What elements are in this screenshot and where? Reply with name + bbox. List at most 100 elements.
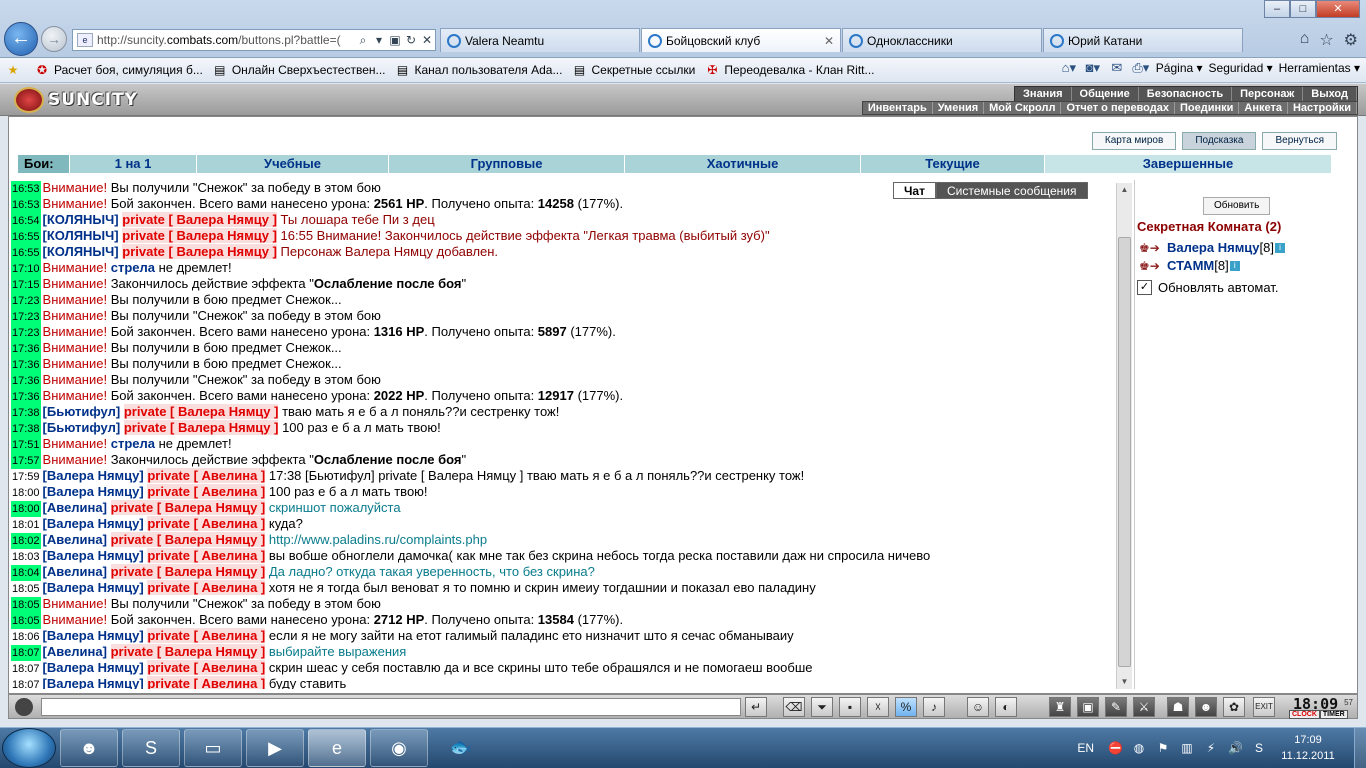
chat-nick[interactable]: [Валера Нямцу] [43,468,144,483]
volume-icon[interactable]: 🔊 [1228,741,1243,755]
chat-timestamp[interactable]: 18:07 [11,661,41,677]
favorites-star-icon[interactable]: ☆ [1319,30,1333,50]
chat-private-tag[interactable]: private [ Авелина ] [147,580,266,595]
chat-timestamp[interactable]: 18:00 [11,485,41,501]
chat-private-tag[interactable]: private [ Валера Нямцу ] [122,228,277,243]
chat-nick[interactable]: [Валера Нямцу] [43,660,144,675]
dropdown-icon[interactable]: ▾ [371,33,387,47]
chat-nick[interactable]: [Авелина] [43,564,107,579]
home-icon[interactable]: ⌂▾ [1060,60,1078,76]
chat-timestamp[interactable]: 17:51 [11,437,41,453]
tools-menu[interactable]: Herramientas ▾ [1279,61,1360,75]
chat-timestamp[interactable]: 17:36 [11,357,41,373]
chat-timestamp[interactable]: 18:06 [11,629,41,645]
settings-gear-icon[interactable]: ⚙ [1344,30,1358,50]
chat-timestamp[interactable]: 18:04 [11,565,41,581]
chat-timestamp[interactable]: 18:05 [11,581,41,597]
paw-icon[interactable]: ✿ [1223,697,1245,717]
world-map-button[interactable]: Карта миров [1091,132,1177,150]
scroll-icon[interactable]: ✎ [1105,697,1127,717]
rss-icon[interactable]: ◙▾ [1084,60,1102,76]
tab-combats[interactable]: Бойцовский клуб ✕ [641,28,841,52]
chat-nick[interactable]: стрела [111,260,155,275]
minimize-button[interactable]: – [1264,0,1290,18]
mail-icon[interactable]: ✉ [1108,60,1126,76]
chat-private-tag[interactable]: private [ Валера Нямцу ] [110,644,266,659]
mask-icon[interactable]: ☗ [1167,697,1189,717]
chat-timestamp[interactable]: 18:01 [11,517,41,533]
menu-inventory[interactable]: Инвентарь [863,102,933,114]
chat-private-tag[interactable]: private [ Валера Нямцу ] [123,420,279,435]
people-icon[interactable]: ☻ [1195,697,1217,717]
filter-icon[interactable]: ⏷ [811,697,833,717]
translit-icon[interactable]: % [895,697,917,717]
compat-view-icon[interactable]: ▣ [387,33,403,47]
stop-icon[interactable]: ⛔ [1108,741,1123,755]
chat-nick[interactable]: [Бьютифул] [43,404,121,419]
tab-current[interactable]: Текущие [861,155,1045,173]
chat-timestamp[interactable]: 17:10 [11,261,41,277]
bag-icon[interactable]: ▣ [1077,697,1099,717]
tab-training[interactable]: Учебные [197,155,389,173]
action-center-icon[interactable]: ⚑ [1156,741,1170,755]
room-user[interactable]: ♚➔ СТАММ [8] i [1139,258,1240,273]
clock-label[interactable]: CLOCK [1289,710,1320,719]
save-icon[interactable]: ▪ [839,697,861,717]
favorites-star-icon[interactable]: ★ [6,63,25,77]
home-icon[interactable]: ⌂ [1300,30,1310,50]
taskbar-app-skype[interactable]: S [122,729,180,767]
chat-timestamp[interactable]: 16:55 [11,245,41,261]
close-tab-icon[interactable]: ✕ [818,34,834,48]
refresh-icon[interactable]: ↻ [403,33,419,47]
chat-timestamp[interactable]: 18:00 [11,501,41,517]
fav-item-battle-calc[interactable]: ✪ Расчет боя, симуляция б... [35,63,203,77]
room-user[interactable]: ♚➔ Валера Нямцу [8] i [1139,240,1285,255]
chat-timestamp[interactable]: 18:07 [11,645,41,661]
menu-knowledge[interactable]: Знания [1015,87,1072,101]
chat-nick[interactable]: [Валера Нямцу] [43,548,144,563]
chat-nick[interactable]: [Валера Нямцу] [43,676,144,689]
security-menu[interactable]: Seguridad ▾ [1209,61,1273,75]
menu-security[interactable]: Безопасность [1139,87,1233,101]
chat-private-tag[interactable]: private [ Авелина ] [147,516,266,531]
return-button[interactable]: Вернуться [1262,132,1337,150]
head-icon[interactable] [15,698,33,716]
menu-profile[interactable]: Анкета [1239,102,1288,114]
fav-item-channel[interactable]: ▤ Канал пользователя Ada... [396,63,563,77]
chat-timestamp[interactable]: 16:55 [11,229,41,245]
user-name[interactable]: Валера Нямцу [1167,240,1260,255]
chat-nick[interactable]: [Авелина] [43,532,107,547]
menu-skills[interactable]: Умения [933,102,985,114]
scroll-thumb[interactable] [1118,237,1131,667]
chat-timestamp[interactable]: 17:36 [11,341,41,357]
chat-nick[interactable]: [КОЛЯНЫЧ] [43,228,119,243]
chat-private-tag[interactable]: private [ Валера Нямцу ] [123,404,279,419]
stop-icon[interactable]: ✕ [419,33,435,47]
chat-timestamp[interactable]: 17:59 [11,469,41,485]
eraser-icon[interactable]: ⌫ [783,697,805,717]
maximize-button[interactable]: □ [1290,0,1316,18]
chat-nick[interactable]: [Валера Нямцу] [43,484,144,499]
exit-door-icon[interactable]: EXIT [1253,697,1275,717]
chat-timestamp[interactable]: 18:02 [11,533,41,549]
taskbar-app-game[interactable]: ☻ [60,729,118,767]
chat-nick[interactable]: [Авелина] [43,644,107,659]
chat-nick[interactable]: [КОЛЯНЫЧ] [43,212,119,227]
chat-timestamp[interactable]: 17:36 [11,373,41,389]
chat-nick[interactable]: [Валера Нямцу] [43,580,144,595]
back-button[interactable]: ← [4,22,38,56]
menu-my-scroll[interactable]: Мой Скролл [984,102,1062,114]
chat-timestamp[interactable]: 16:53 [11,181,41,197]
fav-item-secret-links[interactable]: ▤ Секретные ссылки [572,63,696,77]
print-icon[interactable]: ⎙▾ [1132,60,1150,76]
network-icon[interactable]: ▥ [1180,741,1194,755]
chat-nick[interactable]: стрела [111,436,155,451]
tab-chaotic[interactable]: Хаотичные [625,155,861,173]
chat-timestamp[interactable]: 17:23 [11,325,41,341]
chat-private-tag[interactable]: private [ Валера Нямцу ] [110,564,266,579]
info-icon[interactable]: i [1275,242,1285,253]
language-indicator[interactable]: EN [1077,741,1094,755]
chat-private-tag[interactable]: private [ Авелина ] [147,484,266,499]
menu-transfer-report[interactable]: Отчет о переводах [1061,102,1175,114]
sound-icon[interactable]: ♪ [923,697,945,717]
